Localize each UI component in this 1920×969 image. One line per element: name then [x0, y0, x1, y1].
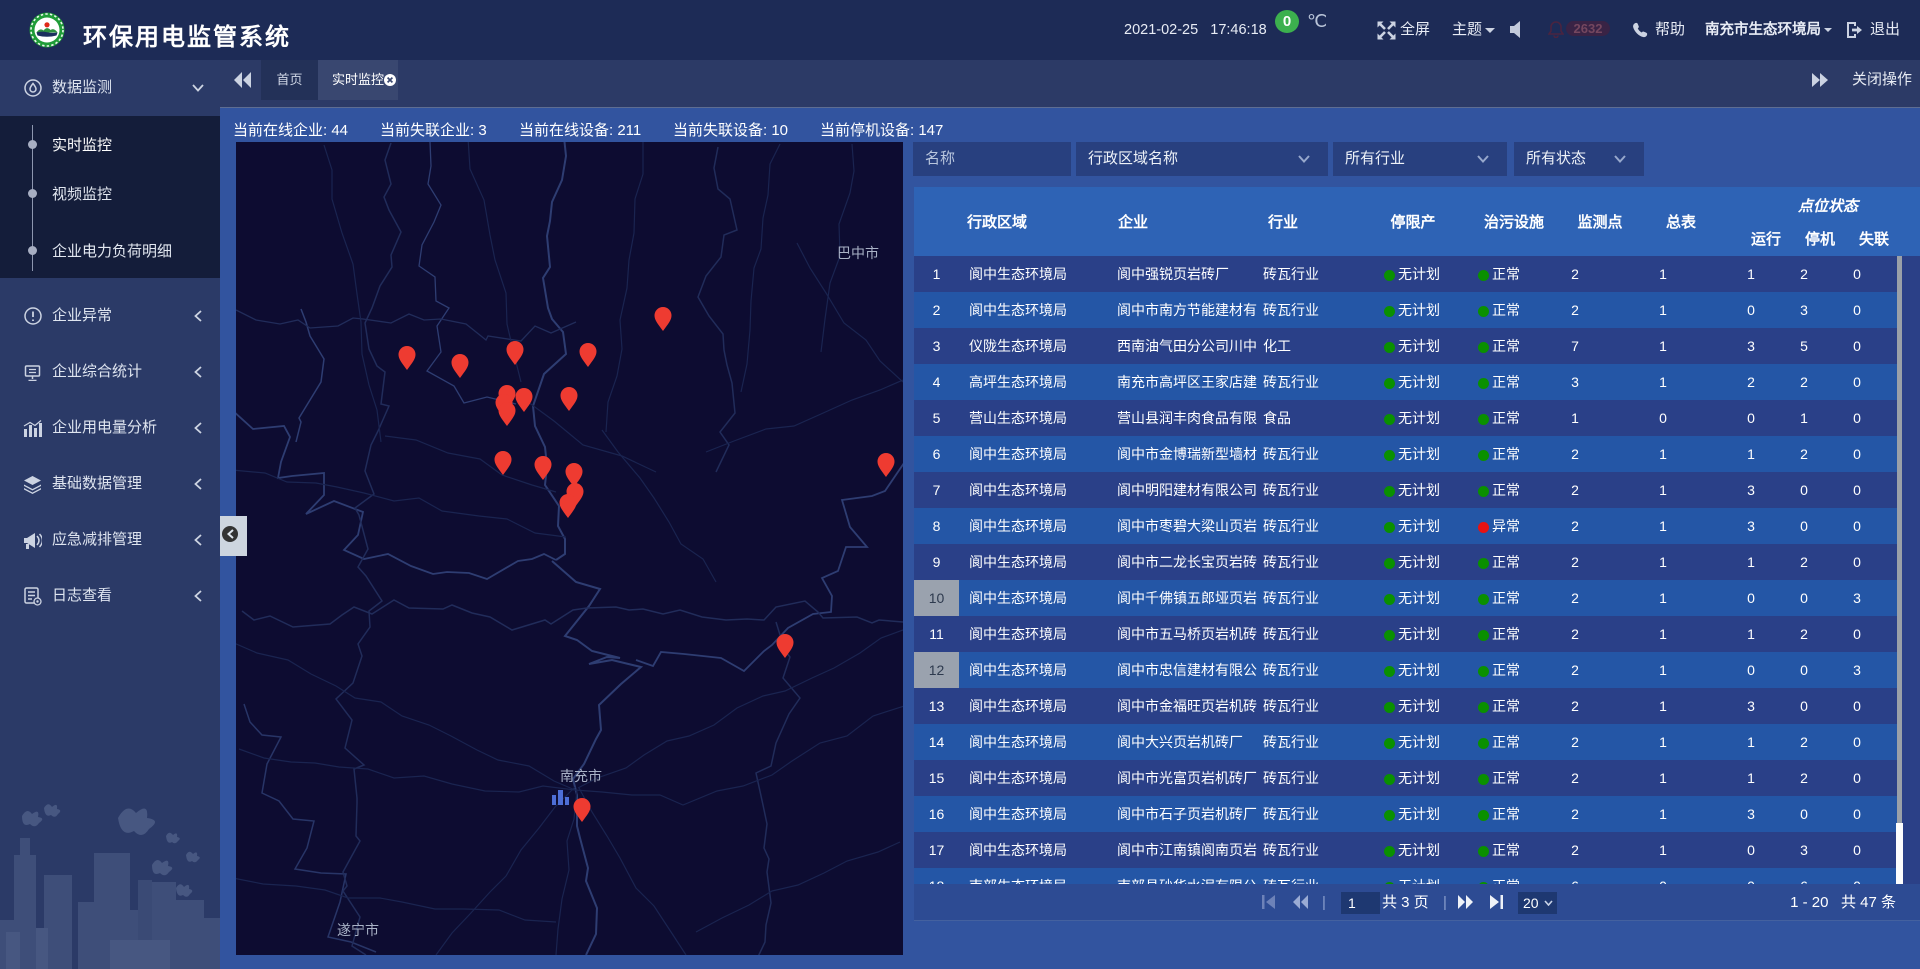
- svg-text:遂宁市: 遂宁市: [337, 922, 379, 938]
